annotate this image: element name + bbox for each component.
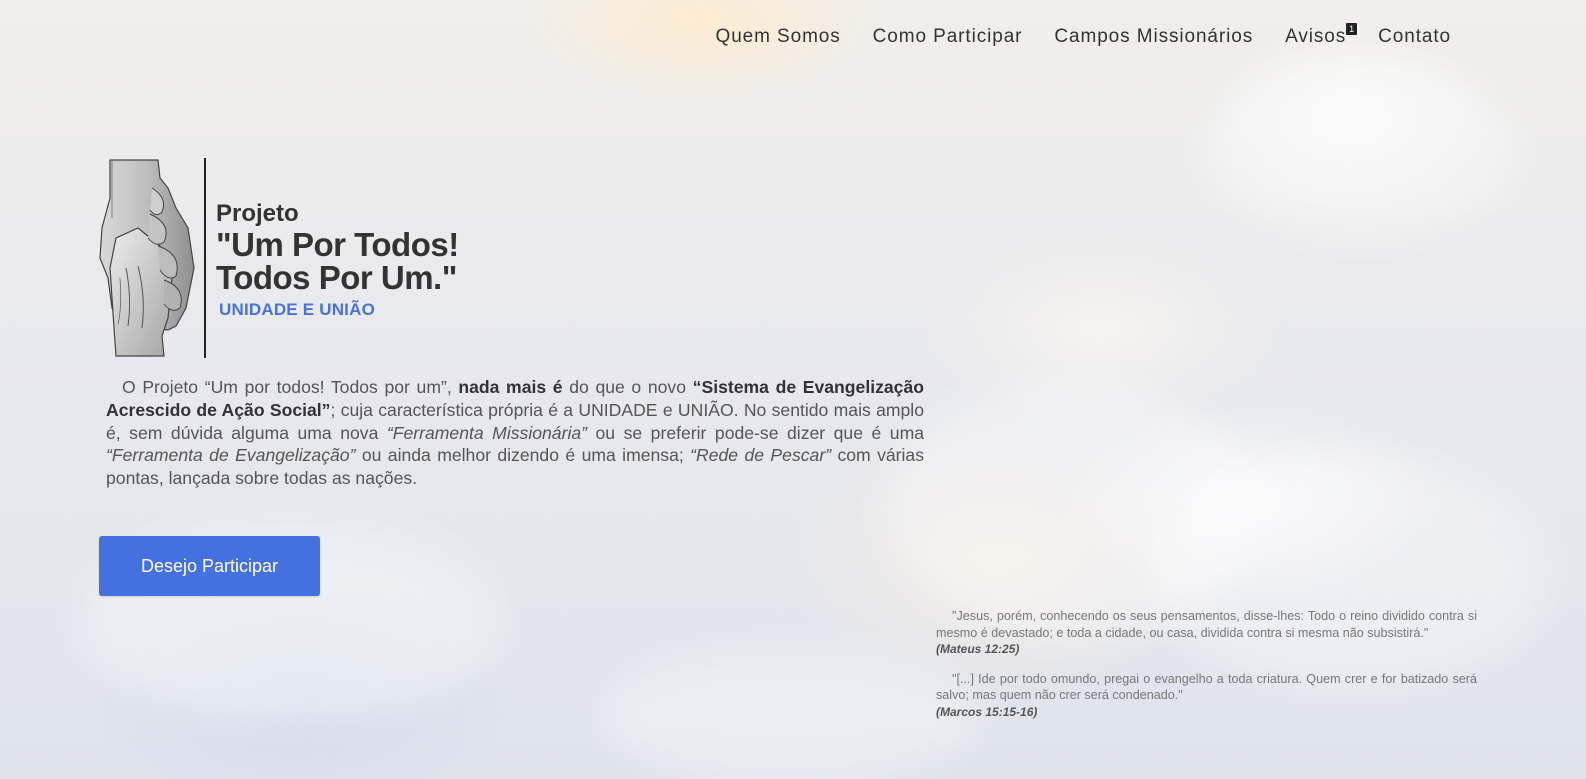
intro-paragraph: O Projeto “Um por todos! Todos por um”, …: [106, 376, 924, 490]
background-cloud: [1200, 60, 1520, 240]
notification-badge: 1: [1346, 23, 1358, 35]
nav-item-quem-somos[interactable]: Quem Somos: [716, 26, 841, 48]
logo-subtitle: UNIDADE E UNIÃO: [219, 300, 376, 319]
nav-item-contato[interactable]: Contato: [1378, 26, 1451, 48]
quote-block: "[...] Ide por todo omundo, pregai o eva…: [936, 671, 1477, 721]
intro-text: O Projeto “Um por todos! Todos por um”,: [122, 377, 459, 397]
nav-item-campos-missionarios[interactable]: Campos Missionários: [1054, 26, 1253, 48]
intro-italic: “Ferramenta Missionária”: [386, 422, 588, 443]
intro-bold: nada mais é: [458, 377, 563, 397]
intro-text: ou ainda melhor dizendo é uma imensa;: [355, 445, 691, 466]
nav-item-avisos-label: Avisos: [1285, 26, 1347, 47]
logo-title-line2: Todos Por Um.": [216, 259, 457, 296]
logo-title-line1: "Um Por Todos!: [216, 226, 459, 263]
project-logo: Projeto "Um Por Todos! Todos Por Um." UN…: [98, 158, 459, 358]
intro-italic: “Rede de Pescar”: [690, 445, 832, 466]
nav-item-avisos[interactable]: Avisos 1: [1285, 23, 1358, 48]
intro-italic: “Ferramenta de Evangelização”: [106, 445, 356, 466]
bible-quotes: "Jesus, porém, conhecendo os seus pensam…: [936, 608, 1477, 720]
quote-block: "Jesus, porém, conhecendo os seus pensam…: [936, 608, 1477, 658]
holding-hands-icon: [99, 159, 195, 357]
background-cloud: [600, 650, 980, 779]
intro-text: ou se preferir pode-se dizer que é uma: [587, 422, 925, 443]
logo-pre-title: Projeto: [216, 200, 299, 227]
logo-text: Projeto "Um Por Todos! Todos Por Um." UN…: [206, 158, 459, 358]
quote-text: "Jesus, porém, conhecendo os seus pensam…: [936, 609, 1477, 640]
nav-item-como-participar[interactable]: Como Participar: [873, 26, 1023, 48]
main-nav: Quem Somos Como Participar Campos Missio…: [716, 23, 1451, 48]
desejo-participar-button[interactable]: Desejo Participar: [99, 536, 320, 596]
quote-text: "[...] Ide por todo omundo, pregai o eva…: [936, 671, 1477, 703]
intro-text: do que o novo: [562, 377, 693, 397]
quote-reference: (Marcos 15:15-16): [936, 704, 1038, 719]
quote-reference: (Mateus 12:25): [936, 642, 1020, 656]
